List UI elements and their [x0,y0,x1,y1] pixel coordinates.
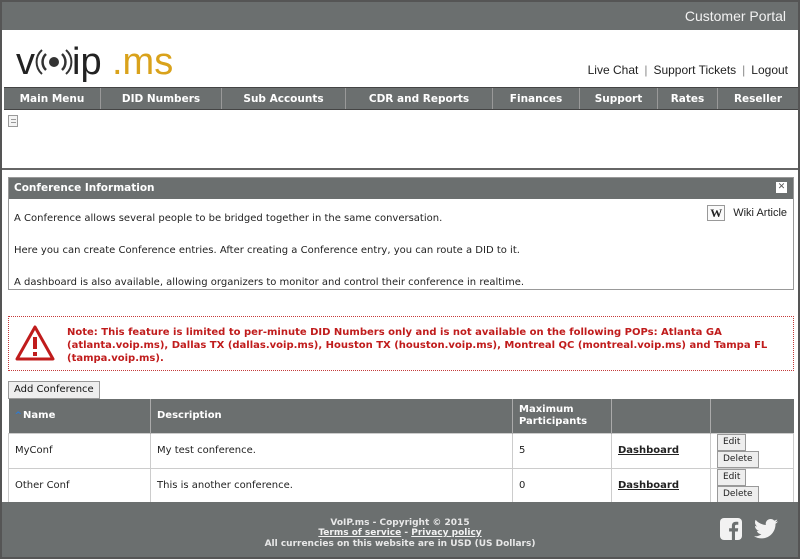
cell-description: My test conference. [150,432,513,469]
nav-cdr-and-reports[interactable]: CDR and Reports [346,88,493,109]
cell-actions: EditDelete [710,467,794,504]
info-panel-title: Conference Information [14,182,155,194]
add-conference-button[interactable]: Add Conference [8,381,100,399]
column-header-actions [710,399,794,433]
link-separator: | [644,63,648,77]
terms-of-service-link[interactable]: Terms of service [318,528,401,538]
link-separator: | [742,63,746,77]
cell-description: This is another conference. [150,467,513,504]
nav-sub-accounts[interactable]: Sub Accounts [222,88,346,109]
close-icon[interactable]: ✕ [776,182,787,193]
edit-button[interactable]: Edit [717,433,747,451]
broken-image-icon [8,115,18,127]
logout-link[interactable]: Logout [751,63,788,77]
footer-currency-note: All currencies on this website are in US… [264,539,536,549]
column-header-dashboard [611,399,711,433]
info-line: A Conference allows several people to be… [14,213,443,224]
warning-text: Note: This feature is limited to per-min… [67,327,768,364]
dashboard-link[interactable]: Dashboard [618,445,679,456]
nav-finances[interactable]: Finances [493,88,580,109]
info-line: Here you can create Conference entries. … [14,245,520,256]
column-header-name[interactable]: ^Name [8,399,151,433]
column-header-max-participants: Maximum Participants [512,399,612,433]
svg-text:ip: ip [72,42,102,82]
cell-max-participants: 0 [512,467,612,504]
edit-button[interactable]: Edit [717,468,747,486]
live-chat-link[interactable]: Live Chat [588,63,639,77]
nav-main-menu[interactable]: Main Menu [4,88,101,109]
cell-name: MyConf [8,432,151,469]
wiki-article-link[interactable]: W Wiki Article [707,205,787,221]
warning-triangle-icon [15,325,55,361]
info-panel-body: W Wiki Article A Conference allows sever… [9,199,793,311]
svg-text:.ms: .ms [112,42,173,82]
top-links: Live Chat | Support Tickets | Logout [588,63,788,77]
nav-support[interactable]: Support [580,88,658,109]
delete-button[interactable]: Delete [717,450,759,468]
page-frame: Customer Portal v ip .ms Live Chat | Suppo… [0,0,800,559]
top-bar: Customer Portal [2,2,798,30]
conference-info-panel: Conference Information ✕ W Wiki Article … [8,177,794,290]
main-nav: Main Menu DID Numbers Sub Accounts CDR a… [4,87,798,110]
facebook-icon[interactable] [720,518,742,540]
table-header-row: ^Name Description Maximum Participants [8,399,794,433]
info-line: A dashboard is also available, allowing … [14,277,525,288]
footer-copyright: VoIP.ms - Copyright © 2015 [330,518,470,528]
info-panel-header: Conference Information ✕ [9,178,793,199]
cell-max-participants: 5 [512,432,612,469]
table-row: MyConf My test conference. 5 Dashboard E… [8,432,794,469]
warning-notice: Note: This feature is limited to per-min… [8,316,794,371]
voip-ms-logo-icon: v ip .ms [16,41,173,83]
wiki-article-label: Wiki Article [733,207,787,219]
column-header-description: Description [150,399,513,433]
dashboard-link[interactable]: Dashboard [618,480,679,491]
svg-text:v: v [16,42,35,82]
wikipedia-icon: W [707,205,726,221]
nav-rates[interactable]: Rates [658,88,718,109]
cell-dashboard: Dashboard [611,432,711,469]
divider [2,168,798,170]
footer: VoIP.ms - Copyright © 2015 Terms of serv… [2,502,798,557]
delete-button[interactable]: Delete [717,485,759,503]
twitter-icon[interactable] [754,518,778,540]
sort-asc-icon: ^ [14,410,23,421]
privacy-policy-link[interactable]: Privacy policy [411,528,481,538]
footer-links: Terms of service - Privacy policy [2,528,798,538]
cell-name: Other Conf [8,467,151,504]
portal-title: Customer Portal [684,8,786,24]
table-row: Other Conf This is another conference. 0… [8,467,794,504]
cell-dashboard: Dashboard [611,467,711,504]
nav-did-numbers[interactable]: DID Numbers [101,88,222,109]
support-tickets-link[interactable]: Support Tickets [653,63,736,77]
footer-separator: - [401,528,412,538]
cell-actions: EditDelete [710,432,794,469]
conference-table: ^Name Description Maximum Participants M… [8,399,794,504]
nav-reseller[interactable]: Reseller [718,88,798,109]
logo[interactable]: v ip .ms [16,41,196,83]
